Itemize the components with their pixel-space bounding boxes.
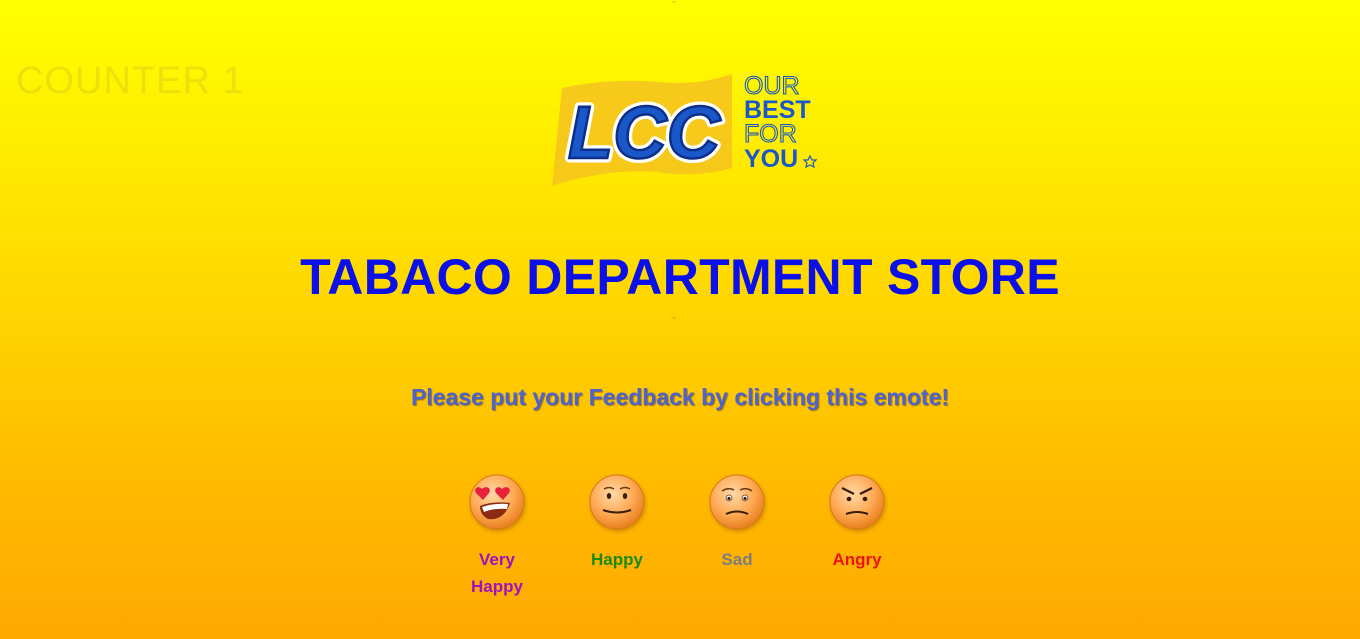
smiling-emoji-icon bbox=[589, 474, 645, 530]
emote-sad-button[interactable]: Sad bbox=[687, 473, 787, 573]
chevron-down-icon: ⌄ bbox=[670, 0, 679, 6]
emote-happy-label: Happy bbox=[591, 550, 643, 569]
heart-eyes-emoji-icon bbox=[469, 474, 525, 530]
lcc-logo: LCC LCC OUR BEST FOR YOU bbox=[548, 68, 820, 190]
logo-brand-text: LCC bbox=[568, 91, 722, 174]
logo-tagline-line4: YOU bbox=[744, 145, 798, 173]
emote-very-happy-label: Very Happy bbox=[471, 550, 523, 596]
emote-sad-label: Sad bbox=[721, 550, 753, 569]
angry-emoji-icon bbox=[829, 474, 885, 530]
sad-emoji-icon bbox=[709, 474, 765, 530]
logo-tagline-line3: FOR bbox=[744, 120, 797, 148]
counter-label: COUNTER 1 bbox=[16, 60, 245, 102]
chevron-down-icon: ⌄ bbox=[670, 311, 679, 322]
star-icon bbox=[802, 154, 818, 169]
emote-very-happy-button[interactable]: Very Happy bbox=[447, 473, 547, 600]
store-title: TABACO DEPARTMENT STORE bbox=[300, 249, 1060, 305]
emote-angry-label: Angry bbox=[832, 550, 882, 569]
emote-angry-button[interactable]: Angry bbox=[807, 473, 907, 573]
feedback-prompt: Please put your Feedback by clicking thi… bbox=[410, 384, 950, 410]
emote-happy-button[interactable]: Happy bbox=[567, 473, 667, 573]
